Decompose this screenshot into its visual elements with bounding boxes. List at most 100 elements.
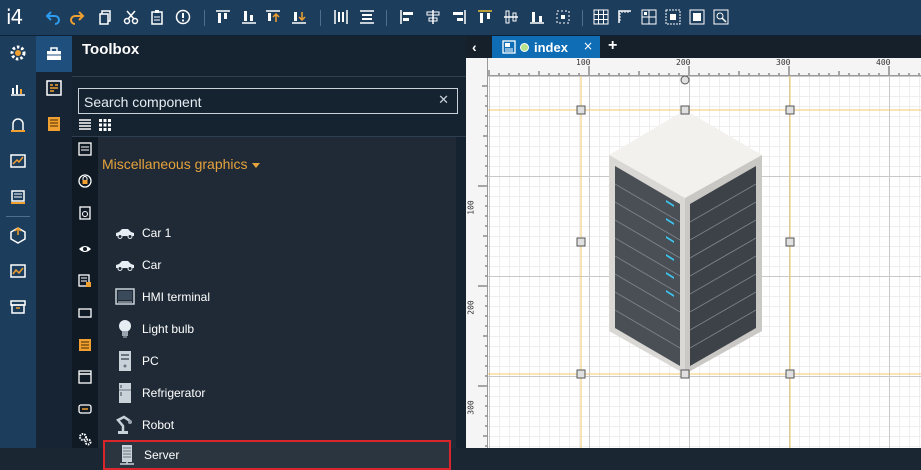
component-list-scrollbar[interactable] — [456, 137, 466, 448]
rail-divider — [6, 216, 30, 217]
align-top-icon[interactable] — [214, 8, 232, 26]
undo-icon[interactable] — [44, 8, 62, 26]
ruler-label: 200 — [466, 300, 476, 315]
snap-objects-icon[interactable] — [664, 8, 682, 26]
toolbox-panel: Toolbox ✕ Miscellaneous graphics Car 1 C… — [72, 36, 466, 470]
hmi-terminal-icon — [114, 286, 136, 308]
list-view-icon[interactable] — [78, 118, 92, 132]
alarm-icon[interactable] — [7, 114, 29, 136]
car-icon — [114, 222, 136, 244]
distribute-horizontal-icon[interactable] — [332, 8, 350, 26]
pages-icon[interactable] — [44, 114, 64, 134]
component-label: Refrigerator — [142, 386, 206, 400]
paste-icon[interactable] — [148, 8, 166, 26]
advanced-settings-icon[interactable] — [77, 431, 93, 447]
trends-icon[interactable] — [7, 150, 29, 172]
snap-grid-icon[interactable] — [640, 8, 658, 26]
bring-forward-icon[interactable] — [264, 8, 282, 26]
designer-nav-rail — [36, 36, 72, 448]
component-label: Robot — [142, 418, 175, 432]
copy-icon[interactable] — [96, 8, 114, 26]
cut-icon[interactable] — [122, 8, 140, 26]
robot-icon — [114, 414, 136, 436]
zoom-selection-icon[interactable] — [712, 8, 730, 26]
search-input[interactable] — [84, 93, 424, 110]
basic-shapes-icon[interactable] — [77, 141, 93, 157]
fit-to-screen-icon[interactable] — [688, 8, 706, 26]
component-item-car-1[interactable]: Car 1 — [103, 218, 451, 248]
toolbar-divider — [320, 10, 321, 26]
archive-icon[interactable] — [7, 296, 29, 318]
server-graphic — [609, 110, 762, 374]
info-icon[interactable] — [174, 8, 192, 26]
back-chevron-icon[interactable]: ‹ — [472, 39, 477, 55]
window-icon[interactable] — [77, 369, 93, 385]
component-label: Light bulb — [142, 322, 195, 336]
ruler-label: 100 — [466, 200, 476, 215]
pc-icon — [114, 350, 136, 372]
toolbox-tab[interactable] — [36, 36, 72, 72]
component-label: Car — [142, 258, 162, 272]
component-item-refrigerator[interactable]: Refrigerator — [103, 378, 451, 408]
light-bulb-icon — [114, 318, 136, 340]
center-on-page-icon[interactable] — [554, 8, 572, 26]
component-item-pc[interactable]: PC — [103, 346, 451, 376]
close-tab-icon[interactable]: × — [583, 39, 593, 53]
status-dot-icon — [520, 42, 529, 52]
ruler-label: 200 — [676, 58, 691, 67]
analytics-icon[interactable] — [7, 260, 29, 282]
align-middle-icon[interactable] — [502, 8, 520, 26]
redo-icon[interactable] — [68, 8, 86, 26]
reports-list-icon[interactable] — [77, 273, 93, 289]
top-toolbar: i4 — [0, 0, 921, 36]
component-label: HMI terminal — [142, 290, 211, 304]
dashboard-icon[interactable] — [7, 78, 29, 100]
component-label: PC — [142, 354, 159, 368]
reports-icon[interactable] — [7, 186, 29, 208]
settings-gear-icon[interactable] — [7, 42, 29, 64]
toolbox-title: Toolbox — [82, 41, 140, 58]
component-item-light-bulb[interactable]: Light bulb — [103, 314, 451, 344]
align-top-edges-icon[interactable] — [476, 8, 494, 26]
component-list: Miscellaneous graphics Car 1 Car HMI ter… — [98, 137, 456, 470]
distribute-vertical-icon[interactable] — [358, 8, 376, 26]
toolbar-divider — [582, 10, 583, 26]
send-backward-icon[interactable] — [290, 8, 308, 26]
align-bottom-icon[interactable] — [240, 8, 258, 26]
package-icon[interactable] — [7, 224, 29, 246]
align-bottom-edges-icon[interactable] — [528, 8, 546, 26]
security-lock-icon[interactable] — [77, 173, 93, 189]
data-icon[interactable] — [77, 205, 93, 221]
visibility-eye-icon[interactable] — [77, 241, 93, 257]
ruler-label: 300 — [466, 400, 476, 415]
chevron-down-icon — [251, 162, 260, 168]
link-icon[interactable] — [77, 401, 93, 417]
list-icon[interactable] — [77, 337, 93, 353]
component-item-robot[interactable]: Robot — [103, 410, 451, 440]
add-tab-button[interactable]: + — [608, 37, 617, 55]
component-item-car[interactable]: Car — [103, 250, 451, 280]
component-item-server[interactable]: Server — [103, 440, 451, 470]
app-logo: i4 — [6, 5, 23, 29]
divider — [72, 76, 466, 77]
component-item-hmi-terminal[interactable]: HMI terminal — [103, 282, 451, 312]
ruler-label: 100 — [576, 58, 591, 67]
clear-search-icon[interactable]: ✕ — [438, 93, 449, 108]
container-icon[interactable] — [77, 305, 93, 321]
grid-view-icon[interactable] — [98, 118, 112, 132]
align-center-icon[interactable] — [424, 8, 442, 26]
grid-icon[interactable] — [592, 8, 610, 26]
design-canvas[interactable] — [488, 76, 921, 448]
tab-index[interactable]: index × — [492, 36, 600, 58]
group-miscellaneous-graphics[interactable]: Miscellaneous graphics — [102, 156, 260, 172]
align-left-icon[interactable] — [398, 8, 416, 26]
component-label: Car 1 — [142, 226, 172, 240]
vertical-ruler: 100 200 300 — [466, 58, 488, 448]
components-icon[interactable] — [44, 78, 64, 98]
align-right-icon[interactable] — [450, 8, 468, 26]
document-tab-bar: ‹ index × + — [466, 36, 921, 58]
page-icon — [502, 40, 516, 54]
toolbar-divider — [204, 10, 205, 26]
server-icon — [116, 444, 138, 466]
ruler-icon[interactable] — [616, 8, 634, 26]
